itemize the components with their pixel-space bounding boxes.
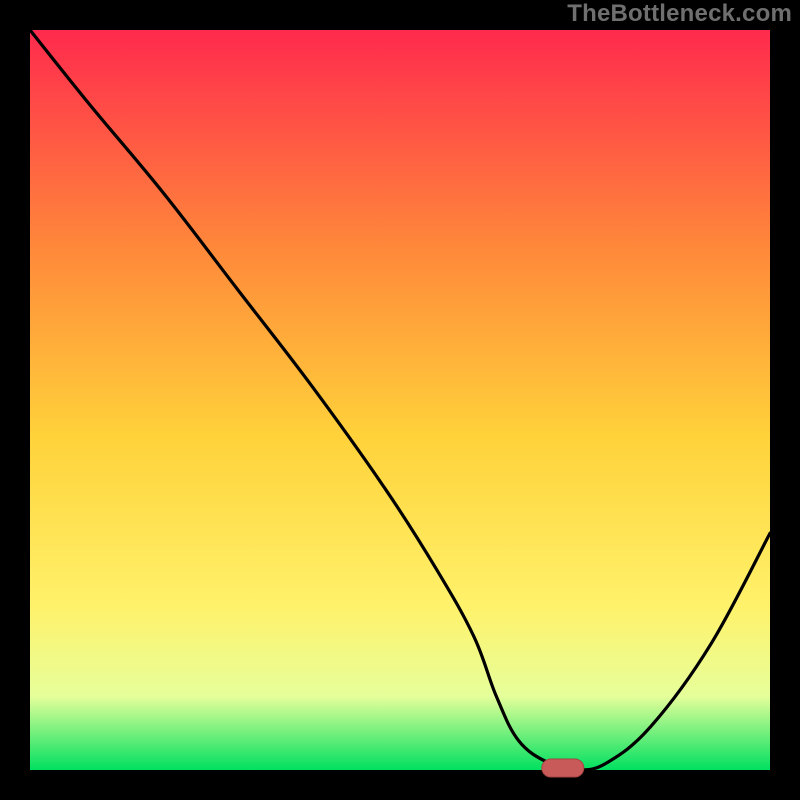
bottleneck-chart <box>0 0 800 800</box>
optimal-marker <box>542 759 584 777</box>
chart-stage: TheBottleneck.com <box>0 0 800 800</box>
gradient-background <box>30 30 770 770</box>
